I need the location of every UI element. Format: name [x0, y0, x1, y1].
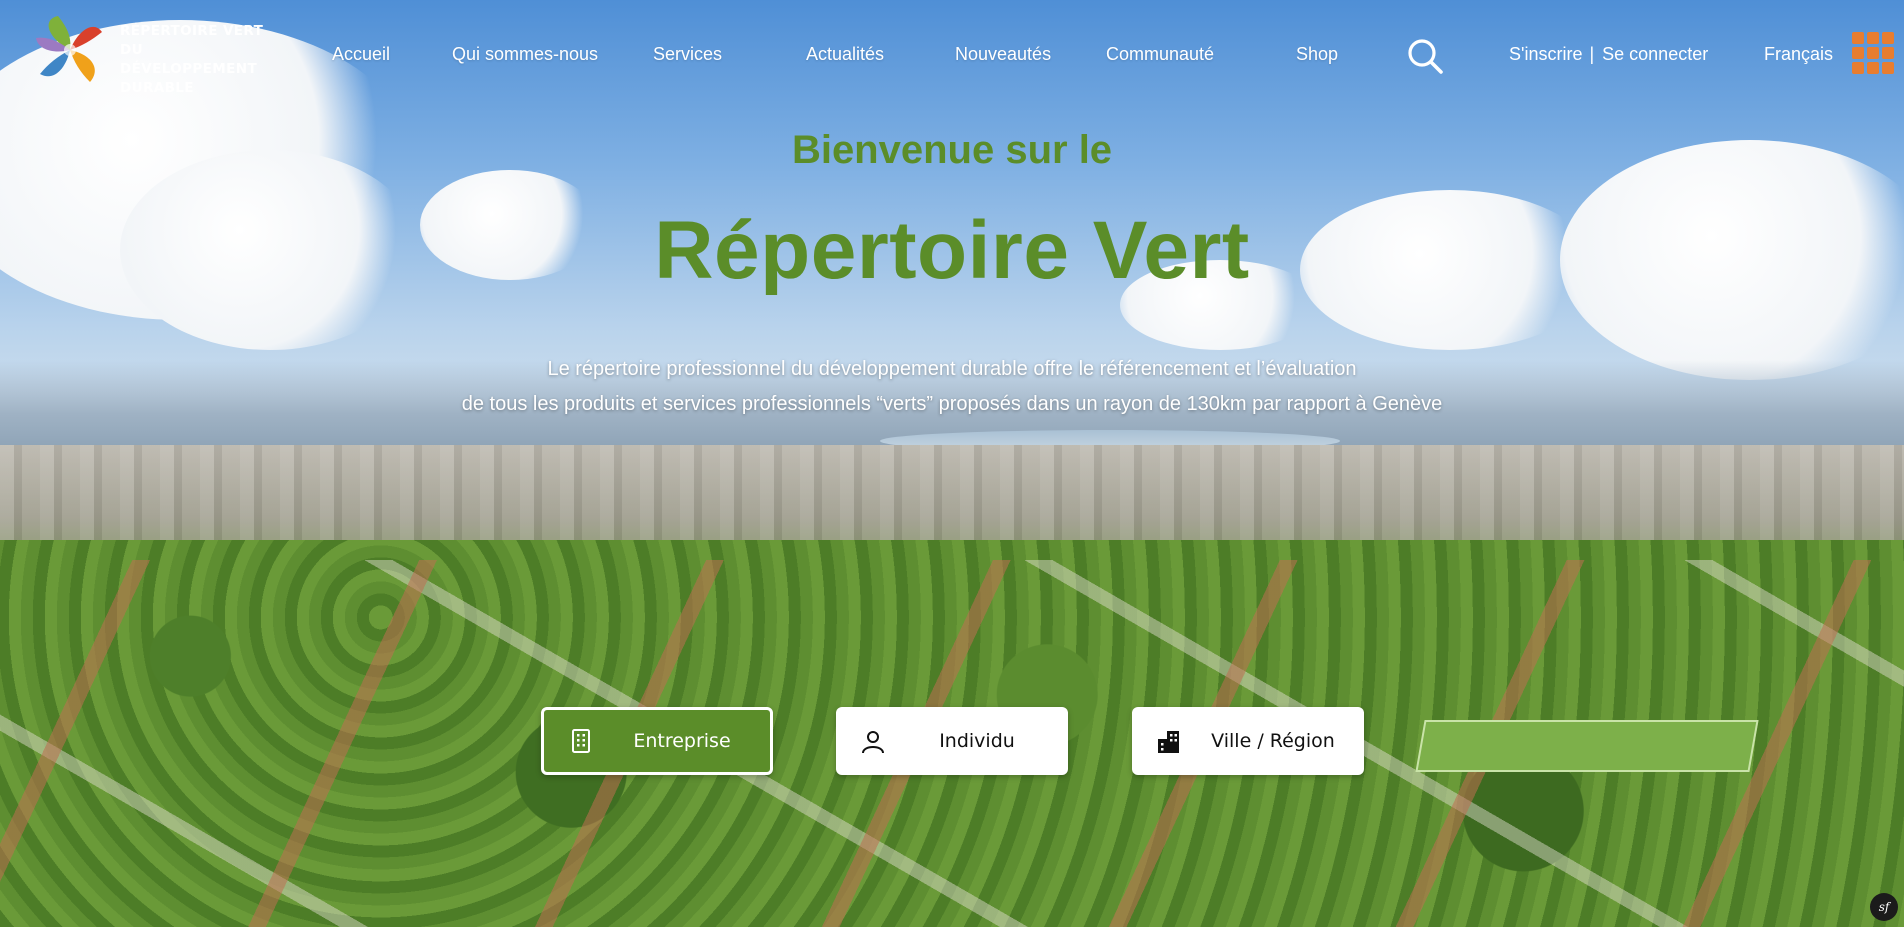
city-icon	[1158, 731, 1179, 753]
auth-links: S'inscrire | Se connecter	[1509, 44, 1708, 65]
language-selector[interactable]: Français	[1764, 44, 1833, 65]
entreprise-button[interactable]: Entreprise	[541, 707, 773, 775]
ville-region-button[interactable]: Ville / Région	[1132, 707, 1364, 775]
welcome-heading: Bienvenue sur le	[791, 128, 1113, 172]
search-icon	[1408, 39, 1443, 74]
description-line-1: Le répertoire professionnel du développe…	[547, 358, 1357, 380]
individu-button[interactable]: Individu	[836, 707, 1068, 775]
brand-line-1: RÉPERTOIRE VERT	[120, 23, 264, 39]
brand-name[interactable]: RÉPERTOIRE VERT DU DÉVELOPPEMENT DURABLE	[120, 22, 280, 98]
sports-field	[1415, 720, 1759, 772]
nav-item-communaute[interactable]: Communauté	[1106, 44, 1214, 65]
grid-cell	[1867, 32, 1879, 44]
signup-link[interactable]: S'inscrire	[1509, 44, 1582, 64]
nav-item-actualites[interactable]: Actualités	[806, 44, 884, 65]
building-icon	[572, 729, 590, 753]
grid-cell	[1852, 62, 1864, 74]
grid-menu-icon[interactable]	[1852, 32, 1894, 74]
nav-item-accueil[interactable]: Accueil	[332, 44, 390, 65]
nav-item-services[interactable]: Services	[653, 44, 722, 65]
top-navigation: RÉPERTOIRE VERT DU DÉVELOPPEMENT DURABLE…	[0, 0, 1904, 110]
entreprise-label: Entreprise	[633, 730, 731, 752]
grid-cell	[1867, 62, 1879, 74]
user-icon	[862, 731, 884, 754]
nav-item-shop[interactable]: Shop	[1296, 44, 1338, 65]
page-title: Répertoire Vert	[654, 205, 1250, 296]
corner-badge-icon[interactable]: sf	[1870, 893, 1898, 921]
brand-line-3: DURABLE	[120, 80, 194, 96]
grid-cell	[1882, 62, 1894, 74]
hero-description: Le répertoire professionnel du développe…	[0, 352, 1904, 422]
grid-cell	[1852, 47, 1864, 59]
search-button[interactable]	[1405, 36, 1445, 76]
grid-cell	[1882, 32, 1894, 44]
logo[interactable]	[30, 10, 110, 90]
brand-line-2: DU DÉVELOPPEMENT	[120, 42, 258, 77]
nav-item-qui-sommes-nous[interactable]: Qui sommes-nous	[452, 44, 598, 65]
description-line-2: de tous les produits et services profess…	[461, 393, 1443, 415]
nav-item-nouveautes[interactable]: Nouveautés	[955, 44, 1051, 65]
grid-cell	[1852, 32, 1864, 44]
login-link[interactable]: Se connecter	[1602, 44, 1708, 64]
auth-separator: |	[1589, 44, 1595, 64]
grid-cell	[1882, 47, 1894, 59]
logo-leaf-icon	[36, 16, 102, 82]
individu-label: Individu	[939, 730, 1015, 752]
grid-cell	[1867, 47, 1879, 59]
ville-region-label: Ville / Région	[1211, 730, 1335, 752]
